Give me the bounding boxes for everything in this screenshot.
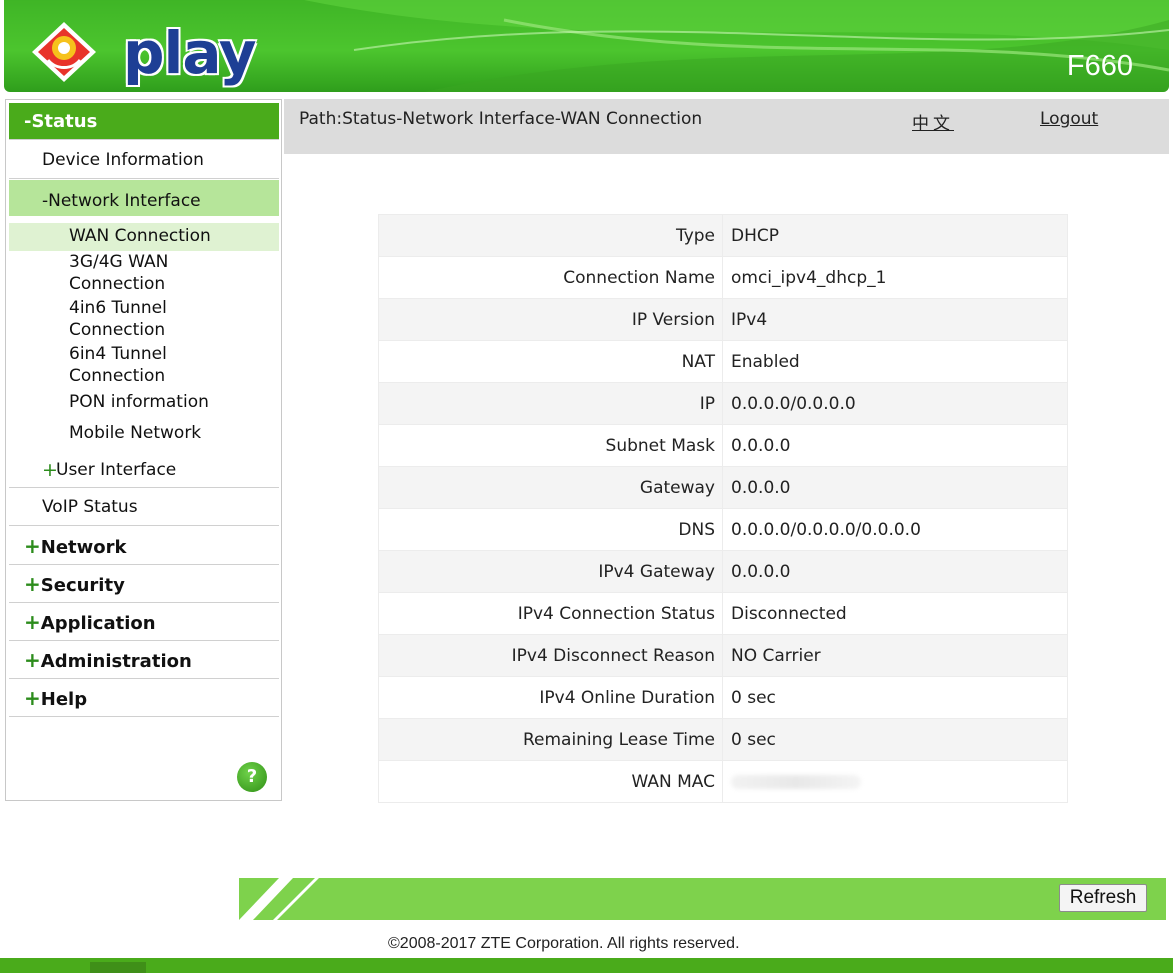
field-value: Enabled bbox=[722, 340, 1068, 383]
plus-icon: + bbox=[24, 572, 41, 596]
sidebar-item-6in4-tunnel-connection[interactable]: 6in4 Tunnel Connection bbox=[9, 343, 279, 389]
table-row: WAN MAC bbox=[378, 760, 1068, 803]
path-bar: Path:Status-Network Interface-WAN Connec… bbox=[284, 99, 1169, 154]
wan-connection-info-body: Type DHCP Connection Name omci_ipv4_dhcp_1 I… bbox=[378, 214, 1068, 803]
sidebar-item-4in6-tunnel-connection[interactable]: 4in6 Tunnel Connection bbox=[9, 297, 279, 343]
table-row: Remaining Lease Time 0 sec bbox=[378, 718, 1068, 761]
plus-icon: + bbox=[24, 686, 41, 710]
sidebar-menu: -Status Device Information -Network Inte… bbox=[5, 99, 282, 801]
bottom-strip bbox=[0, 958, 1173, 973]
plus-icon: + bbox=[24, 534, 41, 558]
table-row: IP 0.0.0.0/0.0.0.0 bbox=[378, 382, 1068, 425]
sidebar-item-voip-status[interactable]: VoIP Status bbox=[9, 489, 279, 526]
sidebar-item-label: Help bbox=[40, 689, 88, 710]
sidebar-item-label: Connection bbox=[69, 320, 166, 340]
sidebar-item-status[interactable]: -Status bbox=[9, 103, 279, 140]
field-value: 0.0.0.0/0.0.0.0/0.0.0.0 bbox=[722, 508, 1068, 551]
field-value: 0 sec bbox=[722, 676, 1068, 719]
field-value bbox=[722, 760, 1068, 803]
sidebar-item-application[interactable]: +Application bbox=[9, 603, 279, 641]
redacted-value bbox=[731, 774, 861, 789]
table-row: Subnet Mask 0.0.0.0 bbox=[378, 424, 1068, 467]
sidebar-item-3g4g-wan-connection[interactable]: 3G/4G WAN Connection bbox=[9, 251, 279, 297]
copyright-text: ©2008-2017 ZTE Corporation. All rights r… bbox=[388, 935, 740, 952]
table-row: Type DHCP bbox=[378, 214, 1068, 257]
table-row: IPv4 Connection Status Disconnected bbox=[378, 592, 1068, 635]
field-value: IPv4 bbox=[722, 298, 1068, 341]
table-row: IP Version IPv4 bbox=[378, 298, 1068, 341]
sidebar-item-label: Network bbox=[40, 537, 127, 558]
field-label: Gateway bbox=[378, 466, 723, 509]
table-row: NAT Enabled bbox=[378, 340, 1068, 383]
field-label: WAN MAC bbox=[378, 760, 723, 803]
sidebar-item-label: Connection bbox=[69, 366, 166, 386]
field-label: Type bbox=[378, 214, 723, 257]
field-label: NAT bbox=[378, 340, 723, 383]
sidebar-item-label: Application bbox=[40, 613, 156, 634]
field-label: IP bbox=[378, 382, 723, 425]
table-row: Gateway 0.0.0.0 bbox=[378, 466, 1068, 509]
sidebar-item-device-information[interactable]: Device Information bbox=[9, 141, 279, 179]
sidebar-item-wan-connection[interactable]: WAN Connection bbox=[9, 223, 279, 251]
logout-link[interactable]: Logout bbox=[1040, 109, 1098, 129]
footer-stripe-decoration bbox=[239, 878, 319, 920]
field-value: omci_ipv4_dhcp_1 bbox=[722, 256, 1068, 299]
device-model: F660 bbox=[1066, 50, 1133, 82]
table-row: DNS 0.0.0.0/0.0.0.0/0.0.0.0 bbox=[378, 508, 1068, 551]
field-label: Subnet Mask bbox=[378, 424, 723, 467]
wan-connection-info-table: Type DHCP Connection Name omci_ipv4_dhcp_1 I… bbox=[378, 214, 1068, 803]
bottom-strip-shade bbox=[90, 962, 146, 973]
sidebar-item-user-interface[interactable]: + User Interface bbox=[9, 454, 279, 488]
field-value: Disconnected bbox=[722, 592, 1068, 635]
field-value: 0 sec bbox=[722, 718, 1068, 761]
plus-icon: + bbox=[24, 648, 41, 672]
sidebar-item-label: 3G/4G WAN bbox=[69, 252, 169, 272]
field-label: Remaining Lease Time bbox=[378, 718, 723, 761]
help-question-icon[interactable]: ? bbox=[237, 762, 267, 792]
sidebar-item-network-interface[interactable]: -Network Interface bbox=[9, 180, 279, 216]
field-value: 0.0.0.0 bbox=[722, 466, 1068, 509]
field-label: DNS bbox=[378, 508, 723, 551]
play-logo-icon bbox=[32, 22, 96, 82]
breadcrumb: Path:Status-Network Interface-WAN Connec… bbox=[299, 109, 703, 129]
field-value: 0.0.0.0 bbox=[722, 550, 1068, 593]
plus-icon: + bbox=[42, 459, 58, 481]
field-label: IP Version bbox=[378, 298, 723, 341]
footer-bar: Refresh bbox=[239, 878, 1166, 920]
field-label: Connection Name bbox=[378, 256, 723, 299]
sidebar-item-network[interactable]: +Network bbox=[9, 527, 279, 565]
field-label: IPv4 Online Duration bbox=[378, 676, 723, 719]
language-switch-link[interactable]: 中文 bbox=[912, 109, 954, 134]
play-logo-text: play bbox=[123, 19, 257, 87]
table-row: IPv4 Gateway 0.0.0.0 bbox=[378, 550, 1068, 593]
sidebar-item-label: Connection bbox=[69, 274, 166, 294]
sidebar-item-label: Security bbox=[40, 575, 125, 596]
field-value: 0.0.0.0 bbox=[722, 424, 1068, 467]
field-label: IPv4 Gateway bbox=[378, 550, 723, 593]
field-label: IPv4 Disconnect Reason bbox=[378, 634, 723, 677]
refresh-button[interactable]: Refresh bbox=[1059, 884, 1147, 912]
field-label: IPv4 Connection Status bbox=[378, 592, 723, 635]
plus-icon: + bbox=[24, 610, 41, 634]
sidebar-item-label: User Interface bbox=[56, 460, 177, 480]
field-value: NO Carrier bbox=[722, 634, 1068, 677]
sidebar-item-mobile-network[interactable]: Mobile Network bbox=[9, 422, 279, 450]
sidebar-item-administration[interactable]: +Administration bbox=[9, 641, 279, 679]
sidebar-item-label: 4in6 Tunnel bbox=[69, 298, 167, 318]
sidebar-item-label: 6in4 Tunnel bbox=[69, 344, 167, 364]
sidebar-item-security[interactable]: +Security bbox=[9, 565, 279, 603]
sidebar-item-label: Administration bbox=[40, 651, 192, 672]
field-value: DHCP bbox=[722, 214, 1068, 257]
sidebar-item-pon-information[interactable]: PON information bbox=[9, 391, 279, 419]
sidebar-item-help[interactable]: +Help bbox=[9, 679, 279, 717]
header-banner: play F660 bbox=[4, 0, 1169, 92]
play-logo: play bbox=[30, 18, 257, 84]
table-row: IPv4 Disconnect Reason NO Carrier bbox=[378, 634, 1068, 677]
table-row: IPv4 Online Duration 0 sec bbox=[378, 676, 1068, 719]
table-row: Connection Name omci_ipv4_dhcp_1 bbox=[378, 256, 1068, 299]
field-value: 0.0.0.0/0.0.0.0 bbox=[722, 382, 1068, 425]
